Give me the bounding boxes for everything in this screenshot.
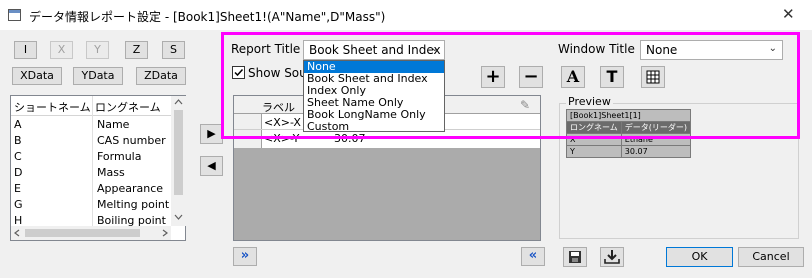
move-left-button[interactable]: ◀ — [200, 156, 223, 176]
vertical-scrollbar[interactable] — [171, 96, 186, 226]
axis-button-y[interactable]: Y — [86, 41, 109, 59]
preview-table: [Book1]Sheet1[1] ロングネーム データ(リーダー) X Ethane… — [565, 109, 692, 158]
download-icon — [604, 250, 620, 264]
cancel-button[interactable]: Cancel — [738, 247, 804, 267]
check-icon — [234, 68, 244, 77]
list-item[interactable]: B CAS number — [11, 133, 171, 149]
window-title-label: Window Title — [558, 42, 635, 56]
axis-button-x[interactable]: X — [50, 41, 73, 59]
list-item[interactable]: E Appearance — [11, 181, 171, 197]
arrow-left-icon: ◀ — [207, 159, 216, 172]
table-button[interactable] — [641, 66, 665, 88]
scrollbar-arrows — [174, 99, 183, 220]
list-item[interactable]: G Melting point — [11, 197, 171, 213]
app-window-icon — [8, 9, 21, 21]
preview-label: Preview — [566, 95, 613, 108]
chevron-down-icon: ⌄ — [430, 43, 439, 54]
header-short-name[interactable]: ショートネーム — [14, 99, 91, 115]
horizontal-scrollbar[interactable] — [11, 226, 171, 240]
window-title: データ情報レポート設定 - [Book1]Sheet1!(A"Name",D"M… — [29, 10, 386, 24]
font-button[interactable]: A — [561, 66, 585, 88]
arrow-right-icon: ▶ — [207, 127, 216, 140]
save-button[interactable] — [563, 247, 587, 267]
load-button[interactable] — [600, 247, 624, 267]
report-title-options[interactable]: None Book Sheet and Index Index Only She… — [303, 60, 445, 133]
column-list[interactable]: ショートネーム ロングネーム A Name B CAS number C Formul… — [10, 95, 186, 241]
collapse-button[interactable]: « — [521, 247, 545, 266]
header-long-name[interactable]: ロングネーム — [95, 99, 161, 115]
grid-header-label[interactable]: ラベル — [262, 99, 295, 115]
double-left-icon: « — [528, 248, 538, 263]
font-icon: A — [566, 67, 580, 86]
chevron-down-icon: ⌄ — [768, 43, 777, 54]
preview-title: [Book1]Sheet1[1] — [565, 109, 692, 122]
window-title-select[interactable]: None ⌄ — [640, 40, 783, 60]
axis-button-i[interactable]: I — [14, 41, 37, 59]
xdata-button[interactable]: XData — [12, 67, 62, 85]
list-item[interactable]: C Formula — [11, 149, 171, 165]
hscrollbar-arrows — [14, 229, 168, 237]
add-button[interactable]: + — [481, 66, 505, 88]
edit-pencil-icon[interactable]: ✎ — [520, 98, 530, 112]
move-right-button[interactable]: ▶ — [200, 124, 223, 144]
minus-icon: − — [523, 66, 539, 87]
list-item[interactable]: D Mass — [11, 165, 171, 181]
axis-button-s[interactable]: S — [162, 41, 185, 59]
plus-icon: + — [485, 66, 501, 87]
ydata-button[interactable]: YData — [73, 67, 123, 85]
list-item[interactable]: H Boiling point — [11, 213, 171, 226]
double-right-icon: » — [240, 248, 250, 263]
zdata-button[interactable]: ZData — [136, 67, 186, 85]
grid-cell-value[interactable]: 30.07 — [334, 132, 366, 145]
text-button[interactable]: T — [600, 66, 624, 88]
report-title-label: Report Title — [231, 42, 301, 56]
close-icon[interactable]: ✕ — [782, 5, 795, 23]
show-source-checkbox[interactable] — [232, 66, 245, 79]
report-title-select[interactable]: Book Sheet and Index ⌄ — [303, 40, 445, 60]
ok-button[interactable]: OK — [666, 247, 733, 267]
option-custom[interactable]: Custom — [304, 121, 444, 133]
remove-button[interactable]: − — [519, 66, 543, 88]
list-item[interactable]: A Name — [11, 117, 171, 133]
column-list-header: ショートネーム ロングネーム — [11, 96, 171, 116]
expand-button[interactable]: » — [233, 247, 257, 266]
grid-cell-label[interactable]: <X>-X — [264, 116, 301, 129]
grid-cell-label[interactable]: <X>-Y — [264, 132, 299, 145]
table-icon — [646, 70, 660, 84]
save-icon — [569, 251, 581, 263]
axis-button-z[interactable]: Z — [125, 41, 148, 59]
text-icon: T — [606, 67, 618, 86]
